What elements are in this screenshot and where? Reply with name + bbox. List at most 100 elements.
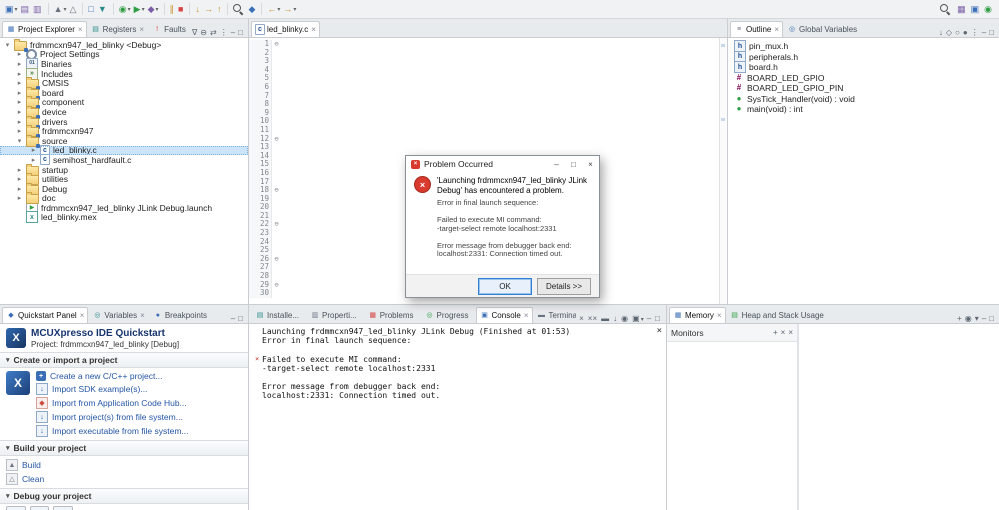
expander-icon[interactable]: ▸ bbox=[16, 98, 23, 106]
tab-console[interactable]: ▣Console× bbox=[476, 307, 533, 323]
pemicro-debug-button[interactable]: ▣▾ bbox=[30, 506, 50, 510]
expander-icon[interactable]: ▸ bbox=[16, 127, 23, 135]
expander-icon[interactable]: ▸ bbox=[16, 70, 23, 78]
monitors-list[interactable] bbox=[667, 342, 797, 510]
tab-heap-stack-usage[interactable]: ▤Heap and Stack Usage bbox=[726, 307, 831, 323]
pin-memory-icon[interactable]: ◉ bbox=[965, 315, 972, 323]
fold-marker-icon[interactable] bbox=[272, 92, 281, 101]
tab-project-explorer[interactable]: ▦Project Explorer× bbox=[2, 21, 87, 37]
expander-icon[interactable]: ▸ bbox=[16, 175, 23, 183]
minimize-view-icon[interactable]: – bbox=[231, 29, 235, 37]
tree-item[interactable]: ▸ Debug bbox=[0, 184, 248, 194]
fold-marker-icon[interactable] bbox=[272, 109, 281, 118]
fold-marker-icon[interactable] bbox=[272, 212, 281, 221]
fold-marker-icon[interactable] bbox=[272, 57, 281, 66]
expander-icon[interactable]: ▸ bbox=[16, 166, 23, 174]
section-debug[interactable]: ▾ Debug your project bbox=[0, 488, 248, 504]
expander-icon[interactable]: ▸ bbox=[16, 118, 23, 126]
tab-variables[interactable]: ◎Variables× bbox=[88, 307, 148, 323]
step-over-icon[interactable]: → bbox=[203, 2, 215, 16]
minimize-view-icon[interactable]: – bbox=[982, 315, 986, 323]
step-return-icon[interactable]: ↑ bbox=[216, 2, 224, 16]
minimize-view-icon[interactable]: – bbox=[231, 315, 235, 323]
minimize-window-icon[interactable]: – bbox=[548, 156, 565, 172]
quickstart-link[interactable]: ↓ Import SDK example(s)... bbox=[36, 383, 189, 395]
outline-item[interactable]: h board.h bbox=[730, 62, 997, 73]
collapse-all-icon[interactable]: ⊖ bbox=[200, 29, 207, 37]
outline-item[interactable]: # BOARD_LED_GPIO_PIN bbox=[730, 83, 997, 94]
tree-item[interactable]: ▸ utilities bbox=[0, 174, 248, 184]
fold-marker-icon[interactable] bbox=[272, 289, 281, 298]
tab-faults[interactable]: !Faults× bbox=[148, 21, 189, 37]
tree-item[interactable]: ▸ component bbox=[0, 98, 248, 108]
fold-marker-icon[interactable] bbox=[272, 74, 281, 83]
layout-menu-icon[interactable]: ▾ bbox=[975, 315, 979, 323]
fold-marker-icon[interactable] bbox=[272, 272, 281, 281]
close-tab-icon[interactable]: × bbox=[78, 25, 83, 34]
ok-button[interactable]: OK bbox=[478, 278, 532, 295]
project-tree[interactable]: ▾ frdmmcxn947_led_blinky <Debug> ▸ Proje… bbox=[0, 38, 248, 304]
quickstart-link[interactable]: △ Clean bbox=[6, 473, 44, 485]
expander-icon[interactable]: ▾ bbox=[16, 137, 23, 145]
forward-icon[interactable]: →▾ bbox=[282, 2, 297, 16]
tree-item[interactable]: ▾ source bbox=[0, 136, 248, 146]
search-icon[interactable] bbox=[939, 3, 953, 15]
fold-marker-icon[interactable]: ⊖ bbox=[272, 135, 281, 144]
tree-item[interactable]: ▸ c semihost_hardfault.c bbox=[0, 155, 248, 165]
tab-progress[interactable]: ◎Progress bbox=[421, 307, 476, 323]
tab-memory[interactable]: ▦Memory× bbox=[669, 307, 726, 323]
quickstart-link[interactable]: + Create a new C/C++ project... bbox=[36, 371, 189, 381]
maximize-view-icon[interactable]: □ bbox=[238, 29, 243, 37]
expander-icon[interactable]: ▸ bbox=[30, 156, 37, 164]
minimize-view-icon[interactable]: – bbox=[982, 29, 986, 37]
outline-item[interactable]: ● main(void) : int bbox=[730, 104, 997, 115]
fold-marker-icon[interactable] bbox=[272, 66, 281, 75]
fold-marker-icon[interactable] bbox=[272, 246, 281, 255]
quickstart-link[interactable]: ◆ Import from Application Code Hub... bbox=[36, 397, 189, 409]
remove-launch-icon[interactable]: × bbox=[657, 326, 662, 336]
fold-marker-icon[interactable]: ⊖ bbox=[272, 40, 281, 49]
memory-renderings-pane[interactable] bbox=[799, 324, 999, 510]
expander-icon[interactable]: ▾ bbox=[4, 41, 11, 49]
hide-nonpublic-icon[interactable]: ● bbox=[963, 29, 968, 37]
view-menu-icon[interactable]: ⋮ bbox=[220, 29, 228, 37]
console-output[interactable]: × Launching frdmmcxn947_led_blinky JLink… bbox=[249, 324, 666, 510]
pin-console-icon[interactable]: ◉ bbox=[621, 315, 629, 323]
details-button[interactable]: Details >> bbox=[537, 278, 591, 295]
fold-marker-icon[interactable] bbox=[272, 160, 281, 169]
quickstart-link[interactable]: ↓ Import executable from file system... bbox=[36, 425, 189, 437]
debug-perspective-icon[interactable]: ◉ bbox=[983, 2, 993, 16]
view-menu-icon[interactable]: ⋮ bbox=[971, 29, 979, 37]
clear-console-icon[interactable]: ▬ bbox=[601, 315, 610, 323]
filter-icon[interactable]: ∇ bbox=[192, 29, 197, 37]
fold-marker-icon[interactable] bbox=[272, 83, 281, 92]
tab-terminal[interactable]: ▬Terminal bbox=[533, 307, 577, 323]
close-tab-icon[interactable]: × bbox=[80, 311, 85, 320]
fold-marker-icon[interactable] bbox=[272, 263, 281, 272]
fold-marker-icon[interactable] bbox=[272, 49, 281, 58]
open-console-icon[interactable]: ▣▾ bbox=[632, 315, 644, 323]
tab-breakpoints[interactable]: ●Breakpoints bbox=[149, 307, 214, 323]
bookmark-icon[interactable]: ◆ bbox=[247, 2, 257, 16]
outline-item[interactable]: h peripherals.h bbox=[730, 52, 997, 63]
scroll-lock-icon[interactable]: ↓ bbox=[613, 315, 618, 323]
expander-icon[interactable]: ▸ bbox=[16, 89, 23, 97]
fold-marker-icon[interactable]: ⊖ bbox=[272, 220, 281, 229]
clean-icon[interactable]: △ bbox=[69, 2, 79, 16]
section-build[interactable]: ▾ Build your project bbox=[0, 440, 248, 456]
sdk-import-icon[interactable]: ▼ bbox=[97, 2, 109, 16]
maximize-window-icon[interactable]: □ bbox=[565, 156, 582, 172]
new-memory-view-icon[interactable]: + bbox=[957, 315, 962, 323]
maximize-view-icon[interactable]: □ bbox=[989, 315, 994, 323]
tree-item[interactable]: ▸ startup bbox=[0, 165, 248, 175]
outline-item[interactable]: # BOARD_LED_GPIO bbox=[730, 73, 997, 84]
tab-quickstart-panel[interactable]: ◆Quickstart Panel× bbox=[2, 307, 88, 323]
outline-item[interactable]: h pin_mux.h bbox=[730, 41, 997, 52]
tree-item[interactable]: ▸ » Includes bbox=[0, 69, 248, 79]
suspend-icon[interactable]: ∥ bbox=[169, 2, 177, 16]
tree-item[interactable]: ▸ CMSIS bbox=[0, 78, 248, 88]
link-editor-icon[interactable]: ⇄ bbox=[210, 29, 217, 37]
fold-marker-icon[interactable]: ⊖ bbox=[272, 255, 281, 264]
search-icon[interactable] bbox=[232, 3, 246, 15]
fold-marker-icon[interactable] bbox=[272, 143, 281, 152]
